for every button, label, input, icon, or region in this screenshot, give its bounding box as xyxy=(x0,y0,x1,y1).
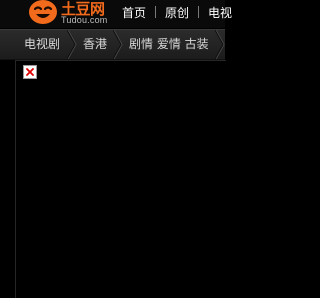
nav-item-home[interactable]: 首页 xyxy=(122,4,146,21)
nav-item-tv[interactable]: 电视 xyxy=(208,4,232,21)
top-bar: 土豆网 Tudou.com 首页 原创 电视 xyxy=(0,0,232,28)
chevron-right-icon xyxy=(215,30,225,59)
nav-divider xyxy=(198,6,200,18)
nav-divider xyxy=(155,6,157,18)
chevron-right-icon xyxy=(67,30,77,59)
broken-image-icon xyxy=(23,65,37,79)
site-logo[interactable]: 土豆网 Tudou.com xyxy=(28,0,116,28)
nav-item-original[interactable]: 原创 xyxy=(165,4,189,21)
tudou-logo-icon xyxy=(29,0,57,24)
logo-domain: Tudou.com xyxy=(61,15,108,25)
breadcrumb: 电视剧 香港 剧情 爱情 古装 xyxy=(0,29,225,60)
video-player-area[interactable] xyxy=(15,60,226,298)
chevron-right-icon xyxy=(113,30,123,59)
breadcrumb-item-tv-series[interactable]: 电视剧 xyxy=(24,30,60,59)
breadcrumb-item-hongkong[interactable]: 香港 xyxy=(83,30,107,59)
close-icon xyxy=(26,68,34,76)
breadcrumb-item-genres[interactable]: 剧情 爱情 古装 xyxy=(129,30,209,59)
top-nav: 首页 原创 电视 xyxy=(122,4,232,20)
